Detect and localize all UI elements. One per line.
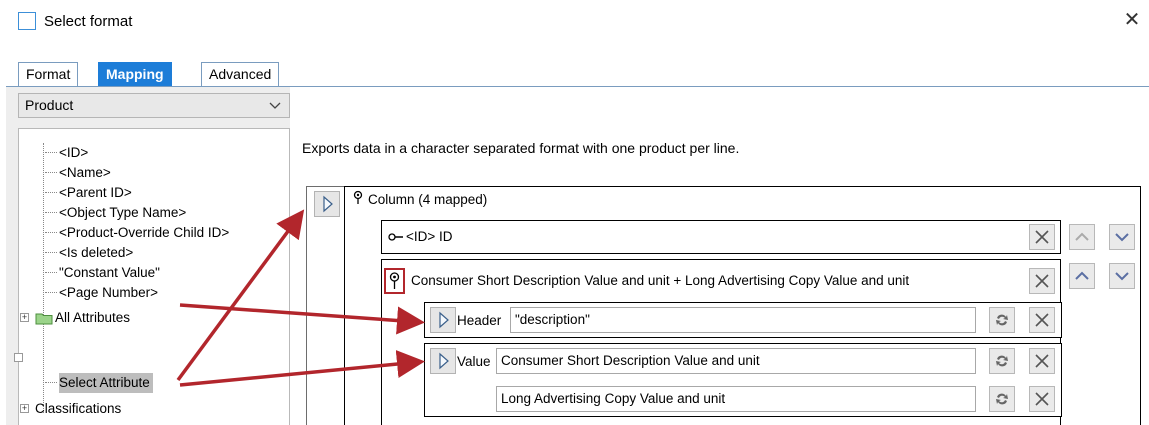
tab-format[interactable]: Format	[18, 62, 79, 86]
value-field[interactable]: Long Advertising Copy Value and unit	[496, 386, 976, 412]
refresh-icon	[996, 393, 1008, 405]
chevron-down-icon	[1115, 233, 1129, 242]
edit-value-button[interactable]	[989, 348, 1015, 374]
tab-mapping[interactable]: Mapping	[98, 62, 172, 86]
chevron-down-icon	[269, 94, 281, 118]
tree-item-constant-value[interactable]: "Constant Value"	[45, 263, 160, 283]
mapping-row-id-label: <ID> ID	[406, 229, 453, 244]
chevron-up-icon	[1075, 271, 1089, 280]
play-icon	[439, 311, 449, 329]
tree-item-select-attribute[interactable]: Select Attribute	[45, 373, 153, 393]
value-field[interactable]: Consumer Short Description Value and uni…	[496, 348, 976, 374]
tree-item-all-attributes[interactable]: + All Attributes	[13, 308, 283, 328]
folder-icon	[35, 312, 53, 328]
value-expand-button[interactable]	[430, 348, 456, 374]
expand-icon[interactable]: +	[20, 313, 29, 322]
header-value-field[interactable]: "description"	[510, 307, 976, 333]
title-bar	[0, 0, 1149, 48]
window-icon	[18, 12, 36, 30]
pin-icon[interactable]	[384, 268, 405, 294]
close-button[interactable]: ✕	[1120, 8, 1144, 32]
tree-guide-line	[43, 143, 44, 413]
tree-item-parent-id[interactable]: <Parent ID>	[45, 183, 132, 203]
tab-advanced[interactable]: Advanced	[201, 62, 280, 86]
expand-icon[interactable]: +	[20, 404, 29, 413]
remove-button[interactable]	[1029, 348, 1055, 374]
remove-button[interactable]	[1029, 386, 1055, 412]
pin-icon[interactable]	[352, 190, 364, 209]
mapping-row-id	[381, 220, 1061, 254]
chevron-down-icon	[1115, 272, 1129, 281]
move-up-button[interactable]	[1069, 224, 1095, 250]
edit-value-button[interactable]	[989, 386, 1015, 412]
key-icon	[388, 230, 404, 245]
refresh-icon	[996, 355, 1008, 367]
add-column-button[interactable]	[314, 191, 340, 217]
edit-header-button[interactable]	[989, 307, 1015, 333]
remove-button[interactable]	[1029, 307, 1055, 333]
header-label: Header	[457, 313, 502, 328]
move-down-button[interactable]	[1109, 263, 1135, 289]
play-icon	[439, 352, 449, 370]
remove-button[interactable]	[1029, 224, 1055, 250]
window-title: Select format	[44, 13, 133, 30]
object-type-select-value: Product	[25, 97, 74, 113]
play-icon	[323, 195, 333, 213]
move-down-button[interactable]	[1109, 224, 1135, 250]
close-icon	[1035, 274, 1049, 288]
object-type-select[interactable]: Product	[18, 93, 290, 118]
chevron-up-icon	[1075, 232, 1089, 241]
tree-item-classifications[interactable]: + Classifications	[13, 399, 283, 419]
tree-item-id[interactable]: <ID>	[45, 143, 88, 163]
tree-item-page-number[interactable]: <Page Number>	[45, 283, 158, 303]
tree-item-is-deleted[interactable]: <Is deleted>	[45, 243, 133, 263]
remove-button[interactable]	[1029, 268, 1055, 294]
refresh-icon	[996, 314, 1008, 326]
value-label: Value	[457, 354, 491, 369]
tree-item-object-type-name[interactable]: <Object Type Name>	[45, 203, 186, 223]
close-icon	[1035, 313, 1049, 327]
close-icon	[1035, 392, 1049, 406]
tree-item-product-override-child-id[interactable]: <Product-Override Child ID>	[45, 223, 229, 243]
close-icon	[1035, 230, 1049, 244]
tree-item-name[interactable]: <Name>	[45, 163, 111, 183]
close-icon	[1035, 354, 1049, 368]
header-expand-button[interactable]	[430, 307, 456, 333]
mapping-row-description-label: Consumer Short Description Value and uni…	[411, 273, 910, 288]
format-description: Exports data in a character separated fo…	[302, 140, 740, 156]
attribute-tree: <ID> <Name> <Parent ID> <Object Type Nam…	[14, 128, 290, 425]
column-label: Column (4 mapped)	[368, 192, 488, 207]
move-up-button[interactable]	[1069, 263, 1095, 289]
